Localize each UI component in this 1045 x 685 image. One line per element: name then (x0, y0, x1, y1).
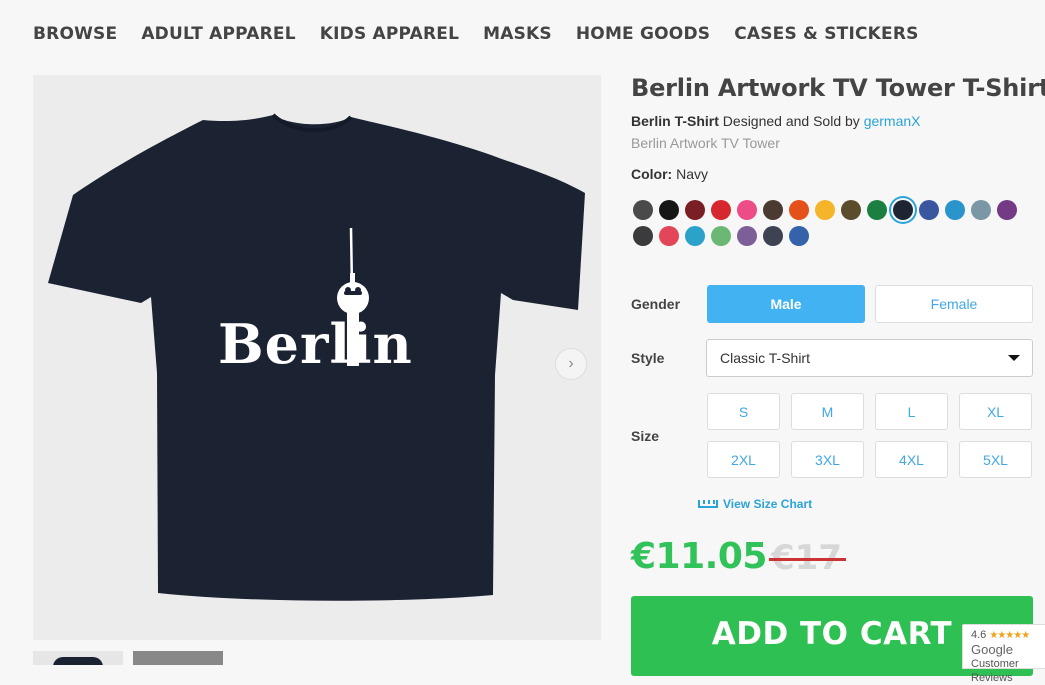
color-swatch[interactable] (763, 200, 783, 220)
nav-kids-apparel[interactable]: KIDS APPAREL (320, 24, 459, 44)
size-xl-button[interactable]: XL (959, 393, 1032, 430)
thumbnail-shirt (53, 657, 103, 665)
color-label: Color: Navy (631, 166, 708, 182)
size-l-button[interactable]: L (875, 393, 948, 430)
size-s-button[interactable]: S (707, 393, 780, 430)
google-sub-label: Customer Reviews (971, 658, 1019, 684)
color-swatch[interactable] (971, 200, 991, 220)
nav-cases-stickers[interactable]: CASES & STICKERS (734, 24, 918, 44)
color-swatch[interactable] (685, 200, 705, 220)
gender-label: Gender (631, 296, 681, 312)
gender-male-button[interactable]: Male (707, 285, 865, 323)
color-swatches (633, 200, 1033, 246)
color-swatch[interactable] (867, 200, 887, 220)
google-label: Google (971, 642, 1013, 657)
color-swatch[interactable] (711, 226, 731, 246)
google-rating: 4.6 (971, 629, 987, 641)
color-swatch[interactable] (945, 200, 965, 220)
designer-line: Berlin T-Shirt Designed and Sold by germ… (631, 113, 921, 129)
color-value: Navy (676, 166, 709, 182)
product-title: Berlin Artwork TV Tower T-Shirt (631, 74, 1045, 102)
size-2xl-button[interactable]: 2XL (707, 441, 780, 478)
color-swatch[interactable] (685, 226, 705, 246)
tshirt-image: Berlin (48, 113, 585, 601)
top-nav: BROWSE ADULT APPAREL KIDS APPAREL MASKS … (33, 24, 919, 44)
color-swatch[interactable] (633, 200, 653, 220)
color-swatch[interactable] (893, 200, 913, 220)
size-m-button[interactable]: M (791, 393, 864, 430)
size-chart-link[interactable]: View Size Chart (698, 497, 812, 511)
chevron-right-icon: › (568, 355, 574, 372)
product-image[interactable]: Berlin (33, 75, 601, 640)
product-type: Berlin T-Shirt (631, 113, 719, 129)
size-label: Size (631, 428, 660, 444)
star-rating-icon: ★★★★★ (989, 630, 1030, 641)
designed-by-text: Designed and Sold by (722, 113, 860, 129)
designer-link[interactable]: germanX (864, 113, 921, 129)
ruler-icon (698, 500, 718, 508)
color-swatch[interactable] (659, 226, 679, 246)
color-swatch[interactable] (737, 226, 757, 246)
size-4xl-button[interactable]: 4XL (875, 441, 948, 478)
original-price: €17 (769, 538, 846, 578)
google-reviews-badge[interactable]: 4.6 ★★★★★ Google Customer Reviews (962, 624, 1045, 684)
gender-female-button[interactable]: Female (875, 285, 1033, 323)
nav-adult-apparel[interactable]: ADULT APPAREL (141, 24, 295, 44)
next-image-button[interactable]: › (555, 348, 587, 380)
nav-masks[interactable]: MASKS (483, 24, 552, 44)
nav-browse[interactable]: BROWSE (33, 24, 117, 44)
product-description: Berlin Artwork TV Tower (631, 135, 780, 151)
color-swatch[interactable] (841, 200, 861, 220)
color-swatch[interactable] (763, 226, 783, 246)
color-swatch[interactable] (737, 200, 757, 220)
style-label: Style (631, 350, 665, 366)
color-swatch[interactable] (815, 200, 835, 220)
size-chart-label: View Size Chart (723, 497, 813, 511)
size-options: S M L XL 2XL 3XL 4XL 5XL (707, 393, 1032, 478)
color-label-text: Color: (631, 166, 673, 182)
color-swatch[interactable] (997, 200, 1017, 220)
color-swatch[interactable] (711, 200, 731, 220)
color-swatch[interactable] (789, 226, 809, 246)
size-5xl-button[interactable]: 5XL (959, 441, 1032, 478)
style-select[interactable]: Classic T-Shirt (706, 339, 1033, 377)
style-value: Classic T-Shirt (720, 350, 810, 366)
artwork-text: Berlin (218, 312, 413, 376)
size-3xl-button[interactable]: 3XL (791, 441, 864, 478)
color-swatch[interactable] (919, 200, 939, 220)
nav-home-goods[interactable]: HOME GOODS (576, 24, 710, 44)
color-swatch[interactable] (659, 200, 679, 220)
caret-down-icon (1008, 355, 1020, 361)
color-swatch[interactable] (789, 200, 809, 220)
color-swatch[interactable] (633, 226, 653, 246)
current-price: €11.05 (631, 536, 767, 577)
